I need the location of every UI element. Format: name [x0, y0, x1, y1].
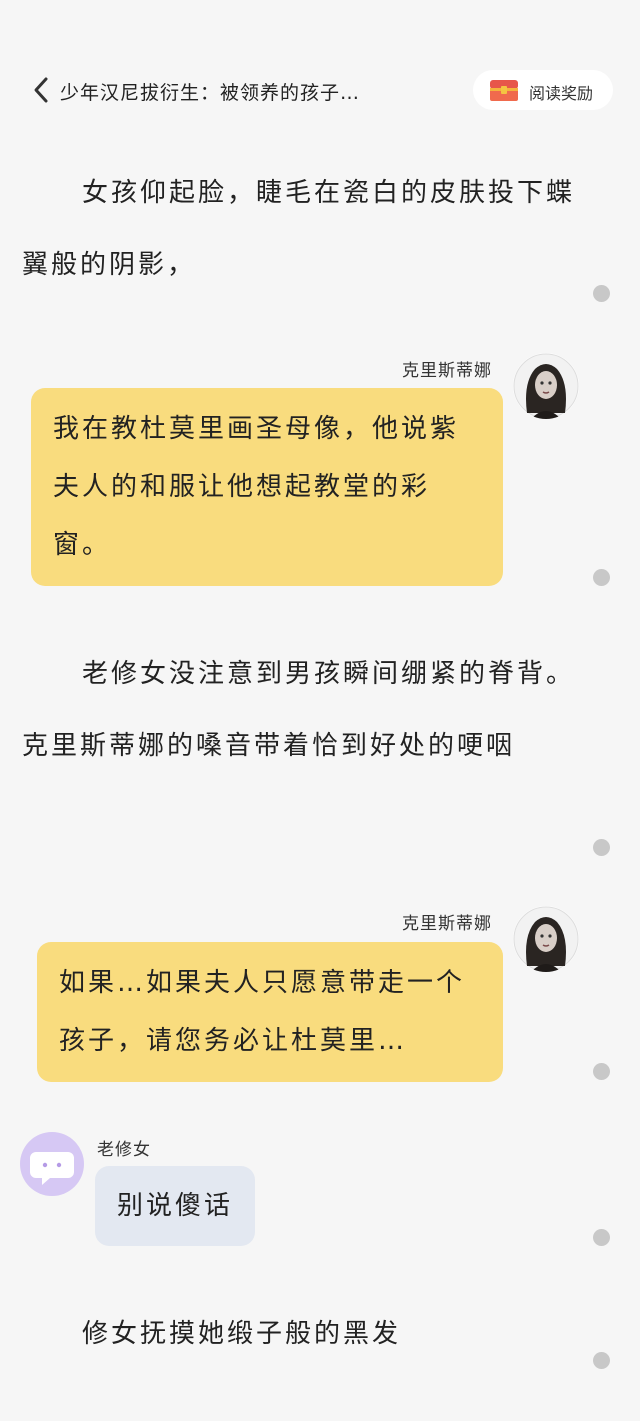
narrator-avatar[interactable]	[20, 1132, 84, 1196]
comment-dot[interactable]	[593, 569, 610, 586]
top-bar: 少年汉尼拔衍生：被领养的孩子… 阅读奖励	[0, 62, 640, 118]
comment-dot[interactable]	[593, 1352, 610, 1369]
story-paragraph: 修女抚摸她缎子般的黑发	[82, 1319, 402, 1349]
comment-dot[interactable]	[593, 1229, 610, 1246]
speaker-name: 克里斯蒂娜	[402, 914, 492, 934]
comment-dot[interactable]	[593, 1063, 610, 1080]
message-bubble: 别说傻话	[95, 1166, 256, 1246]
book-title[interactable]: 少年汉尼拔衍生：被领养的孩子…	[60, 78, 360, 105]
treasure-chest-icon	[490, 80, 518, 101]
speaker-name: 老修女	[97, 1140, 151, 1160]
message-bubble: 如果…如果夫人只愿意带走一个孩子，请您务必让杜莫里…	[37, 942, 503, 1082]
message-bubble: 我在教杜莫里画圣母像，他说紫夫人的和服让他想起教堂的彩窗。	[31, 388, 503, 586]
chevron-left-icon	[34, 77, 48, 103]
portrait-avatar-icon	[513, 906, 579, 972]
story-paragraph: 老修女没注意到男孩瞬间绷紧的脊背。克里斯蒂娜的嗓音带着恰到好处的哽咽	[22, 659, 576, 761]
chat-bubble-icon	[30, 1152, 74, 1185]
speaker-name: 克里斯蒂娜	[402, 361, 492, 381]
speaker-avatar[interactable]	[513, 353, 579, 419]
comment-dot[interactable]	[593, 285, 610, 302]
reading-reward-button[interactable]: 阅读奖励	[473, 70, 613, 110]
back-button[interactable]	[30, 76, 54, 104]
comment-dot[interactable]	[593, 839, 610, 856]
story-paragraph: 女孩仰起脸，睫毛在瓷白的皮肤投下蝶翼般的阴影，	[22, 178, 576, 280]
speaker-avatar[interactable]	[513, 906, 579, 972]
portrait-avatar-icon	[513, 353, 579, 419]
reading-reward-label: 阅读奖励	[529, 84, 594, 103]
